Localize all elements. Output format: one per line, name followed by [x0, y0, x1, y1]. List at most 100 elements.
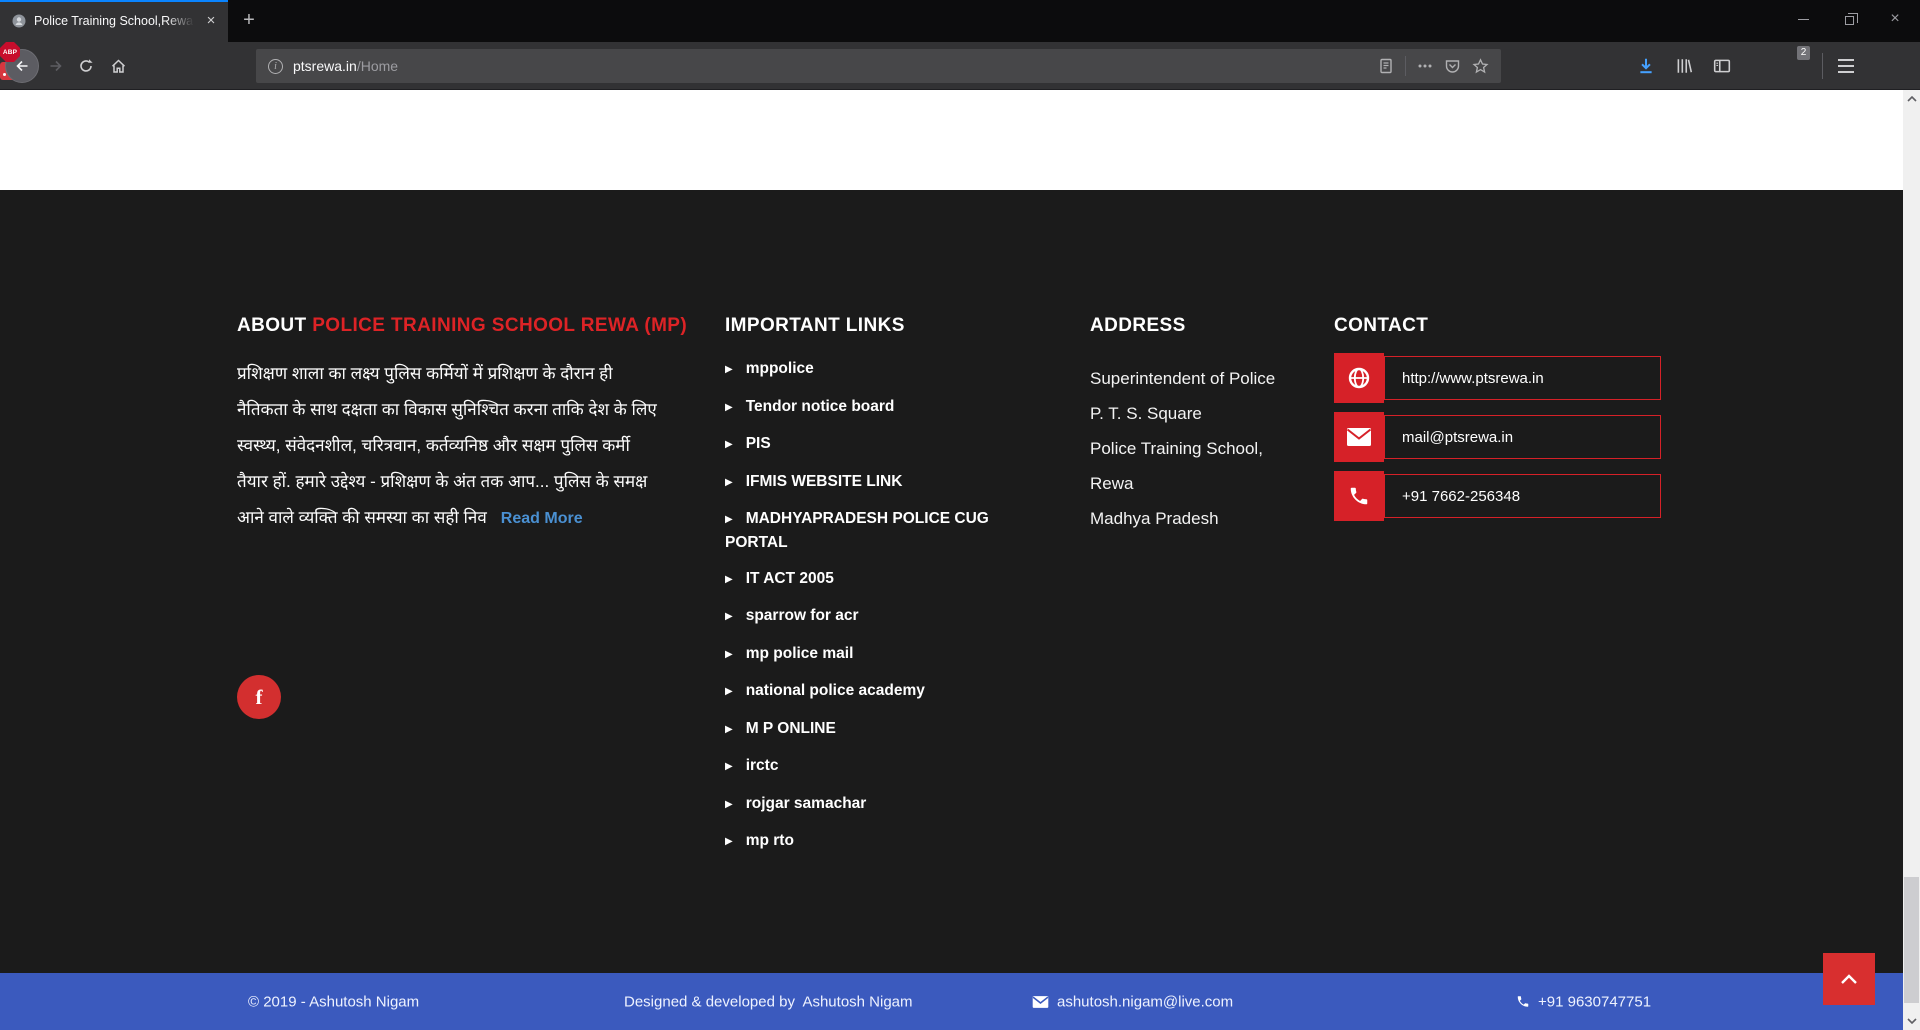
vertical-scrollbar[interactable] [1903, 90, 1920, 1030]
favicon-icon [11, 13, 27, 29]
bottombar-phone[interactable]: +91 9630747751 [1516, 993, 1651, 1010]
footer-link[interactable]: ▶mp rto [725, 830, 1025, 854]
envelope-icon [1334, 412, 1384, 462]
important-links-list: ▶mppolice ▶Tendor notice board ▶PIS ▶IFM… [725, 358, 1025, 854]
contact-heading: CONTACT [1334, 315, 1664, 337]
new-tab-button[interactable]: + [232, 0, 266, 42]
facebook-icon[interactable]: f [237, 675, 281, 719]
address-lines: Superintendent of Police P. T. S. Square… [1090, 361, 1330, 536]
read-more-link[interactable]: Read More [501, 510, 583, 527]
bullet-triangle-icon: ▶ [725, 794, 733, 816]
home-button[interactable] [110, 58, 126, 74]
footer-link[interactable]: ▶sparrow for acr [725, 605, 1025, 629]
contact-email-row[interactable]: mail@ptsrewa.in [1334, 412, 1664, 462]
restore-button[interactable] [1826, 0, 1872, 38]
important-links-heading: IMPORTANT LINKS [725, 315, 1025, 337]
navigation-toolbar: i ptsrewa.in/Home [0, 42, 1920, 90]
url-path: /Home [357, 58, 398, 74]
footer-address-column: ADDRESS Superintendent of Police P. T. S… [1090, 315, 1330, 536]
hamburger-menu-button[interactable] [1838, 59, 1854, 73]
bullet-triangle-icon: ▶ [725, 756, 733, 778]
bullet-triangle-icon: ▶ [725, 569, 733, 591]
contact-website-box: http://www.ptsrewa.in [1384, 356, 1661, 400]
bullet-triangle-icon: ▶ [725, 644, 733, 666]
contact-phone-box: +91 7662-256348 [1384, 474, 1661, 518]
site-info-icon[interactable]: i [268, 59, 283, 74]
reader-mode-icon[interactable] [1378, 58, 1394, 74]
footer-link[interactable]: ▶rojgar samachar [725, 793, 1025, 817]
bullet-triangle-icon: ▶ [725, 359, 733, 381]
tab-close-icon[interactable]: × [202, 12, 220, 30]
about-heading-red: POLICE TRAINING SCHOOL REWA (MP) [312, 315, 687, 336]
sidebar-button[interactable] [1713, 57, 1731, 75]
back-arrow-icon [14, 58, 30, 74]
scrollbar-down-arrow[interactable] [1903, 1013, 1920, 1029]
forward-arrow-icon [48, 58, 64, 74]
minimize-button[interactable] [1780, 0, 1826, 38]
bottom-bar: © 2019 - Ashutosh Nigam Designed & devel… [0, 973, 1920, 1030]
bullet-triangle-icon: ▶ [725, 509, 733, 531]
bullet-triangle-icon: ▶ [725, 397, 733, 419]
forward-button[interactable] [48, 58, 64, 74]
tab-title: Police Training School,Rewa, M [34, 13, 194, 30]
library-icon [1675, 57, 1693, 75]
bookmark-star-icon[interactable] [1472, 58, 1489, 74]
phone-icon [1334, 471, 1384, 521]
about-line: प्रशिक्षण शाला का लक्ष्य पुलिस कर्मियों … [237, 356, 707, 392]
footer-link[interactable]: ▶M P ONLINE [725, 718, 1025, 742]
tab-bar: Police Training School,Rewa, M × + × [0, 0, 1920, 42]
close-button[interactable]: × [1872, 0, 1918, 38]
footer-link[interactable]: ▶mp police mail [725, 643, 1025, 667]
browser-tab[interactable]: Police Training School,Rewa, M × [0, 0, 228, 42]
page-blank-area [0, 90, 1903, 190]
downloads-button[interactable] [1637, 57, 1655, 75]
page-actions-icon[interactable] [1417, 58, 1433, 74]
bullet-triangle-icon: ▶ [725, 606, 733, 628]
tab-title-fade [166, 13, 194, 30]
about-line: स्वस्थ्य, संवेदनशील, चरित्रवान, कर्तव्यन… [237, 428, 707, 464]
address-line: Madhya Pradesh [1090, 501, 1330, 536]
urlbar-separator [1405, 56, 1406, 76]
footer-link[interactable]: ▶irctc [725, 755, 1025, 779]
credit-text: Designed & developed by Ashutosh Nigam [624, 993, 913, 1010]
contact-phone-row[interactable]: +91 7662-256348 [1334, 471, 1664, 521]
reload-button[interactable] [78, 58, 94, 74]
contact-website-row[interactable]: http://www.ptsrewa.in [1334, 353, 1664, 403]
scrollbar-thumb[interactable] [1904, 877, 1919, 1003]
footer-link[interactable]: ▶national police academy [725, 680, 1025, 704]
reload-icon [78, 58, 94, 74]
pocket-icon[interactable] [1444, 58, 1461, 74]
sidebar-icon [1713, 57, 1731, 75]
bullet-triangle-icon: ▶ [725, 831, 733, 853]
address-line: Superintendent of Police [1090, 361, 1330, 396]
envelope-icon [1032, 995, 1049, 1008]
footer-link[interactable]: ▶Tendor notice board [725, 396, 1025, 420]
scroll-to-top-button[interactable] [1823, 953, 1875, 1005]
footer-link[interactable]: ▶IFMIS WEBSITE LINK [725, 471, 1025, 495]
footer-link[interactable]: ▶mppolice [725, 358, 1025, 382]
address-line: P. T. S. Square [1090, 396, 1330, 431]
address-bar[interactable]: i ptsrewa.in/Home [256, 49, 1501, 83]
bullet-triangle-icon: ▶ [725, 719, 733, 741]
about-line: नैतिकता के साथ दक्षता का विकास सुनिश्चित… [237, 392, 707, 428]
footer-link[interactable]: ▶MADHYAPRADESH POLICE CUG PORTAL [725, 508, 1025, 554]
scrollbar-up-arrow[interactable] [1903, 91, 1920, 107]
footer-about-column: ABOUT POLICE TRAINING SCHOOL REWA (MP) प… [237, 315, 707, 537]
copyright-text: © 2019 - Ashutosh Nigam [248, 993, 419, 1010]
library-button[interactable] [1675, 57, 1693, 75]
about-line: तैयार हों. हमारे उद्देश्य - प्रशिक्षण के… [237, 464, 707, 500]
urlbar-actions [1378, 56, 1501, 76]
bullet-triangle-icon: ▶ [725, 434, 733, 456]
site-footer: ABOUT POLICE TRAINING SCHOOL REWA (MP) प… [0, 190, 1903, 973]
phone-icon [1516, 995, 1530, 1009]
footer-link[interactable]: ▶PIS [725, 433, 1025, 457]
adblock-plus-icon[interactable]: ABP [0, 42, 20, 62]
bullet-triangle-icon: ▶ [725, 472, 733, 494]
contact-email-box: mail@ptsrewa.in [1384, 415, 1661, 459]
address-line: Police Training School, [1090, 431, 1330, 466]
url-host: ptsrewa.in [293, 58, 357, 74]
bottombar-email[interactable]: ashutosh.nigam@live.com [1032, 993, 1233, 1010]
chevron-up-icon [1839, 973, 1859, 985]
extension-badge: 2 [1797, 46, 1810, 60]
footer-link[interactable]: ▶IT ACT 2005 [725, 568, 1025, 592]
